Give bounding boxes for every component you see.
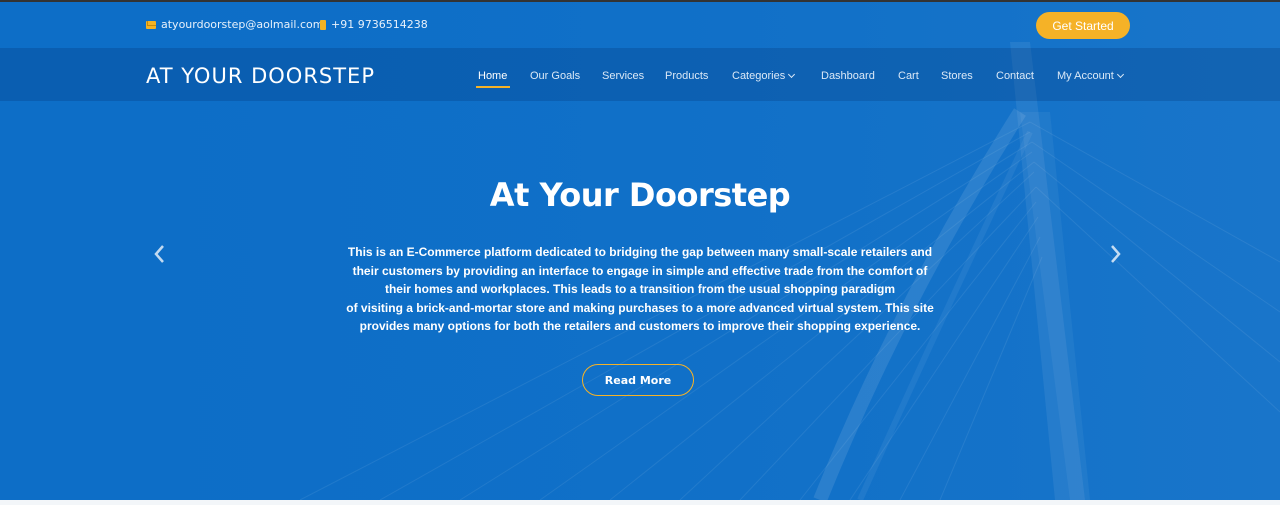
nav-label: Services: [602, 70, 645, 82]
hero-text-line: their customers by providing an interfac…: [352, 263, 928, 278]
phone-text: +91 9736514238: [331, 18, 428, 31]
nav-item-services[interactable]: Services: [602, 70, 644, 82]
top-bar: atyourdoorstep@aolmail.com +91 973651423…: [0, 2, 1280, 48]
email-contact[interactable]: atyourdoorstep@aolmail.com: [146, 18, 323, 31]
nav-label: Home: [478, 70, 508, 82]
nav-label: My Account: [1057, 70, 1114, 82]
active-nav-underline: [476, 86, 510, 88]
phone-icon: [320, 19, 326, 30]
nav-item-categories[interactable]: Categories: [732, 70, 796, 82]
chevron-left-icon: [154, 245, 164, 263]
nav-item-stores[interactable]: Stores: [941, 70, 973, 82]
chevron-right-icon: [1111, 245, 1121, 263]
nav-item-cart[interactable]: Cart: [898, 70, 919, 82]
hero-text-line: their homes and workplaces. This leads t…: [384, 282, 896, 296]
chevron-down-icon: [788, 70, 796, 79]
nav-label: Dashboard: [821, 70, 875, 82]
nav-label: Categories: [732, 70, 786, 82]
hero-text-line: of visiting a brick-and-mortar store and…: [346, 300, 934, 315]
nav-item-contact[interactable]: Contact: [996, 70, 1034, 82]
hero-text-line: This is an E-Commerce platform dedicated…: [347, 245, 933, 259]
nav-label: Products: [665, 70, 709, 82]
nav-label: Stores: [941, 70, 973, 82]
email-text: atyourdoorstep@aolmail.com: [161, 18, 324, 31]
hero-section: atyourdoorstep@aolmail.com +91 973651423…: [0, 2, 1280, 500]
nav-label: Our Goals: [530, 70, 581, 82]
navigation-bar: AT YOUR DOORSTEP Home Our Goals Services…: [0, 48, 1280, 101]
nav-label: Contact: [996, 70, 1034, 82]
phone-contact[interactable]: +91 9736514238: [320, 18, 428, 31]
nav-item-home[interactable]: Home: [478, 70, 507, 82]
site-logo[interactable]: AT YOUR DOORSTEP: [146, 64, 375, 88]
hero-text-line: provides many options for both the retai…: [359, 319, 921, 333]
hero-description: This is an E-Commerce platform dedicated…: [340, 243, 940, 336]
nav-item-dashboard[interactable]: Dashboard: [821, 70, 875, 82]
nav-item-our-goals[interactable]: Our Goals: [530, 70, 580, 82]
nav-label: Cart: [898, 70, 919, 82]
hero-title: At Your Doorstep: [489, 176, 791, 214]
page-below-hero: [0, 500, 1280, 505]
get-started-button[interactable]: Get Started: [1036, 12, 1130, 39]
carousel-prev-button[interactable]: [148, 242, 172, 266]
chevron-down-icon: [1116, 70, 1124, 79]
envelope-icon: [146, 20, 156, 29]
carousel-next-button[interactable]: [1103, 242, 1127, 266]
read-more-button[interactable]: Read More: [582, 364, 694, 396]
nav-item-my-account[interactable]: My Account: [1057, 70, 1124, 82]
nav-item-products[interactable]: Products: [665, 70, 708, 82]
